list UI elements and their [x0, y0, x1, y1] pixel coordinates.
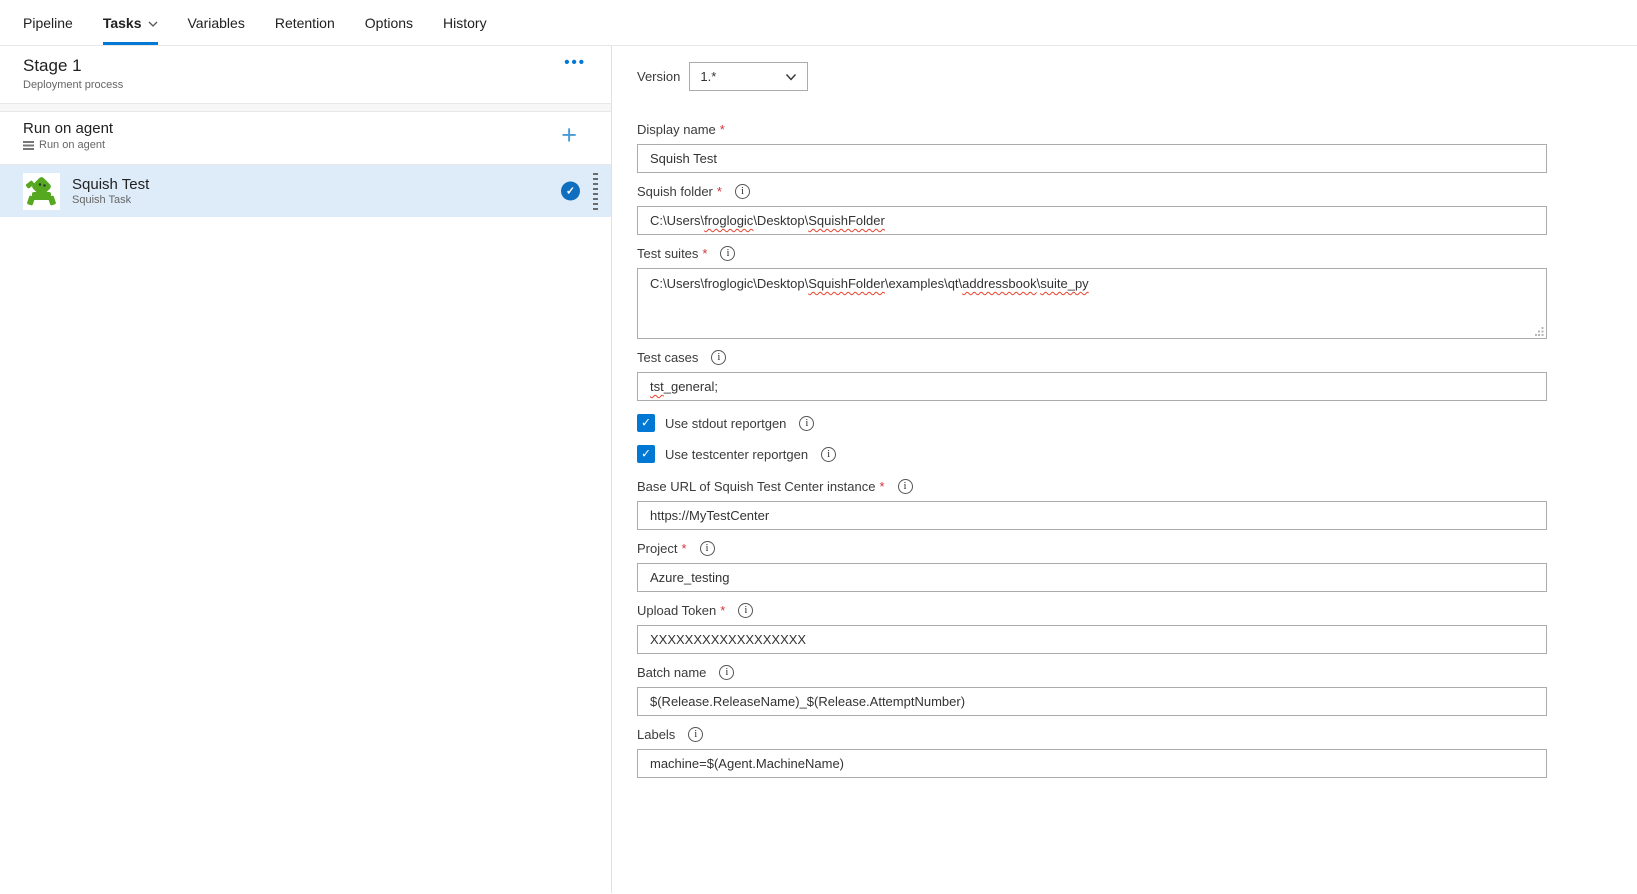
tab-history-label: History — [443, 15, 487, 31]
stage-subtitle: Deployment process — [23, 79, 588, 91]
task-text: Squish Test Squish Task — [72, 176, 149, 206]
info-icon[interactable] — [688, 727, 703, 742]
base-url-input[interactable] — [637, 501, 1547, 530]
upload-token-input[interactable] — [637, 625, 1547, 654]
upload-token-label: Upload Token * — [637, 603, 1547, 618]
tab-tasks-label: Tasks — [103, 15, 142, 31]
field-test-suites: Test suites * C:\Users\froglogic\Desktop… — [637, 246, 1547, 339]
required-asterisk: * — [681, 541, 686, 556]
top-nav: Pipeline Tasks Variables Retention Optio… — [0, 0, 1637, 46]
project-input[interactable] — [637, 563, 1547, 592]
squish-folder-input[interactable]: C:\Users\froglogic\Desktop\SquishFolder — [637, 206, 1547, 235]
test-suites-textarea[interactable]: C:\Users\froglogic\Desktop\SquishFolder\… — [637, 268, 1547, 339]
agent-phase-header[interactable]: Run on agent Run on agent + — [0, 112, 611, 165]
tab-variables[interactable]: Variables — [188, 0, 245, 45]
labels-label: Labels — [637, 727, 1547, 742]
display-name-input[interactable] — [637, 144, 1547, 173]
version-row: Version 1.* — [637, 62, 1637, 91]
field-squish-folder: Squish folder * C:\Users\froglogic\Deskt… — [637, 184, 1547, 235]
field-project: Project * — [637, 541, 1547, 592]
stage-title: Stage 1 — [23, 56, 588, 76]
tab-history[interactable]: History — [443, 0, 487, 45]
tab-pipeline[interactable]: Pipeline — [23, 0, 73, 45]
pipeline-panel: Stage 1 Deployment process ••• Run on ag… — [0, 46, 612, 893]
tab-pipeline-label: Pipeline — [23, 15, 73, 31]
task-item-squish-test[interactable]: Squish Test Squish Task — [0, 165, 611, 217]
task-form: Display name * Squish folder * C:\Users\… — [637, 122, 1547, 778]
test-cases-input[interactable]: tst_general; — [637, 372, 1547, 401]
display-name-label: Display name * — [637, 122, 1547, 137]
main-split: Stage 1 Deployment process ••• Run on ag… — [0, 46, 1637, 893]
info-icon[interactable] — [898, 479, 913, 494]
stage-menu-ellipsis-icon[interactable]: ••• — [564, 54, 586, 71]
field-upload-token: Upload Token * — [637, 603, 1547, 654]
agent-phase-subtitle-label: Run on agent — [39, 139, 105, 151]
info-icon[interactable] — [738, 603, 753, 618]
panel-gap — [0, 104, 611, 112]
tab-retention[interactable]: Retention — [275, 0, 335, 45]
agent-phase-subtitle: Run on agent — [23, 139, 588, 151]
required-asterisk: * — [702, 246, 707, 261]
agent-phase-title: Run on agent — [23, 120, 588, 137]
batch-name-label: Batch name — [637, 665, 1547, 680]
required-asterisk: * — [720, 122, 725, 137]
checkbox-label: Use stdout reportgen — [665, 416, 786, 431]
info-icon[interactable] — [719, 665, 734, 680]
tab-options-label: Options — [365, 15, 413, 31]
test-suites-label: Test suites * — [637, 246, 1547, 261]
tab-options[interactable]: Options — [365, 0, 413, 45]
checkbox-checked-icon[interactable] — [637, 414, 655, 432]
checkbox-checked-icon[interactable] — [637, 445, 655, 463]
version-value: 1.* — [700, 69, 716, 84]
version-label: Version — [637, 69, 680, 84]
squish-frog-icon — [23, 173, 60, 210]
base-url-label: Base URL of Squish Test Center instance … — [637, 479, 1547, 494]
tab-tasks[interactable]: Tasks — [103, 0, 158, 45]
labels-input[interactable] — [637, 749, 1547, 778]
required-asterisk: * — [720, 603, 725, 618]
info-icon[interactable] — [799, 416, 814, 431]
task-subtitle: Squish Task — [72, 194, 149, 206]
field-display-name: Display name * — [637, 122, 1547, 173]
info-icon[interactable] — [711, 350, 726, 365]
task-config-panel: Version 1.* Display name * Squish f — [612, 46, 1637, 893]
info-icon[interactable] — [821, 447, 836, 462]
checkbox-row-stdout-reportgen: Use stdout reportgen — [637, 414, 1547, 432]
project-label: Project * — [637, 541, 1547, 556]
field-base-url: Base URL of Squish Test Center instance … — [637, 479, 1547, 530]
field-batch-name: Batch name — [637, 665, 1547, 716]
required-asterisk: * — [879, 479, 884, 494]
info-icon[interactable] — [700, 541, 715, 556]
required-asterisk: * — [717, 184, 722, 199]
info-icon[interactable] — [735, 184, 750, 199]
resize-grip-icon[interactable] — [1535, 327, 1544, 336]
tab-variables-label: Variables — [188, 15, 245, 31]
chevron-down-icon — [785, 71, 797, 83]
agent-list-icon — [23, 140, 34, 151]
add-task-button[interactable]: + — [561, 122, 577, 149]
tab-retention-label: Retention — [275, 15, 335, 31]
version-dropdown[interactable]: 1.* — [689, 62, 808, 91]
info-icon[interactable] — [720, 246, 735, 261]
task-enabled-check-icon — [561, 182, 580, 201]
checkbox-label: Use testcenter reportgen — [665, 447, 808, 462]
stage-header: Stage 1 Deployment process ••• — [0, 46, 611, 104]
batch-name-input[interactable] — [637, 687, 1547, 716]
task-drag-handle[interactable] — [593, 173, 598, 210]
chevron-down-icon — [148, 19, 158, 29]
test-cases-label: Test cases — [637, 350, 1547, 365]
squish-folder-label: Squish folder * — [637, 184, 1547, 199]
field-labels: Labels — [637, 727, 1547, 778]
field-test-cases: Test cases tst_general; — [637, 350, 1547, 401]
task-title: Squish Test — [72, 176, 149, 193]
checkbox-row-testcenter-reportgen: Use testcenter reportgen — [637, 445, 1547, 463]
